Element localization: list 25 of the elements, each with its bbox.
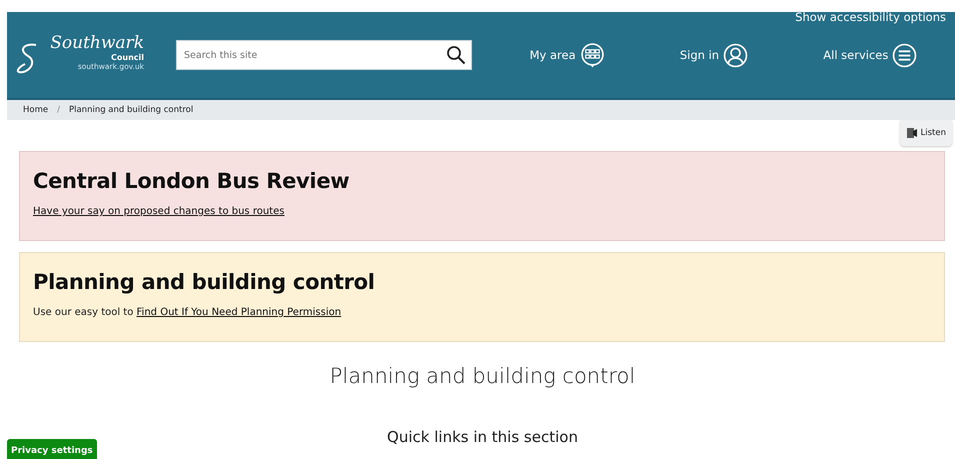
nav-link[interactable]: Sign in bbox=[680, 42, 748, 68]
search-icon[interactable] bbox=[446, 45, 466, 65]
banner-text: Use our easy tool to Find Out If You Need Planning Permission bbox=[33, 307, 342, 318]
speaker-icon bbox=[906, 127, 918, 139]
breadcrumb-link[interactable]: Home bbox=[23, 105, 48, 115]
banner-link[interactable]: Find Out If You Need Planning Permission bbox=[136, 307, 342, 318]
listen-button[interactable]: Listen bbox=[900, 120, 952, 146]
menu-icon bbox=[892, 42, 918, 68]
nav-link[interactable]: All services bbox=[823, 42, 918, 68]
privacy-settings-button[interactable]: Privacy settings bbox=[7, 439, 97, 459]
logo-council-text: Council bbox=[111, 53, 144, 62]
banner-link[interactable]: Have your say on proposed changes to bus routes bbox=[33, 206, 284, 217]
section-heading: Quick links in this section bbox=[386, 428, 579, 446]
search-field[interactable]: Search this site bbox=[176, 40, 472, 70]
breadcrumb-link[interactable]: Planning and building control bbox=[68, 105, 194, 115]
banner-title: Planning and building control bbox=[33, 270, 376, 294]
logo-swoosh-icon bbox=[16, 42, 38, 76]
nav-link[interactable]: My area bbox=[530, 42, 605, 68]
user-icon bbox=[723, 42, 748, 68]
banner-title: Central London Bus Review bbox=[33, 169, 350, 193]
logo-wordmark[interactable]: Southwark bbox=[50, 33, 144, 53]
page-title: Planning and building control bbox=[328, 364, 636, 388]
breadcrumb-separator: / bbox=[57, 105, 60, 115]
accessibility-link[interactable]: Show accessibility options bbox=[795, 10, 946, 24]
grid-icon bbox=[580, 42, 605, 68]
